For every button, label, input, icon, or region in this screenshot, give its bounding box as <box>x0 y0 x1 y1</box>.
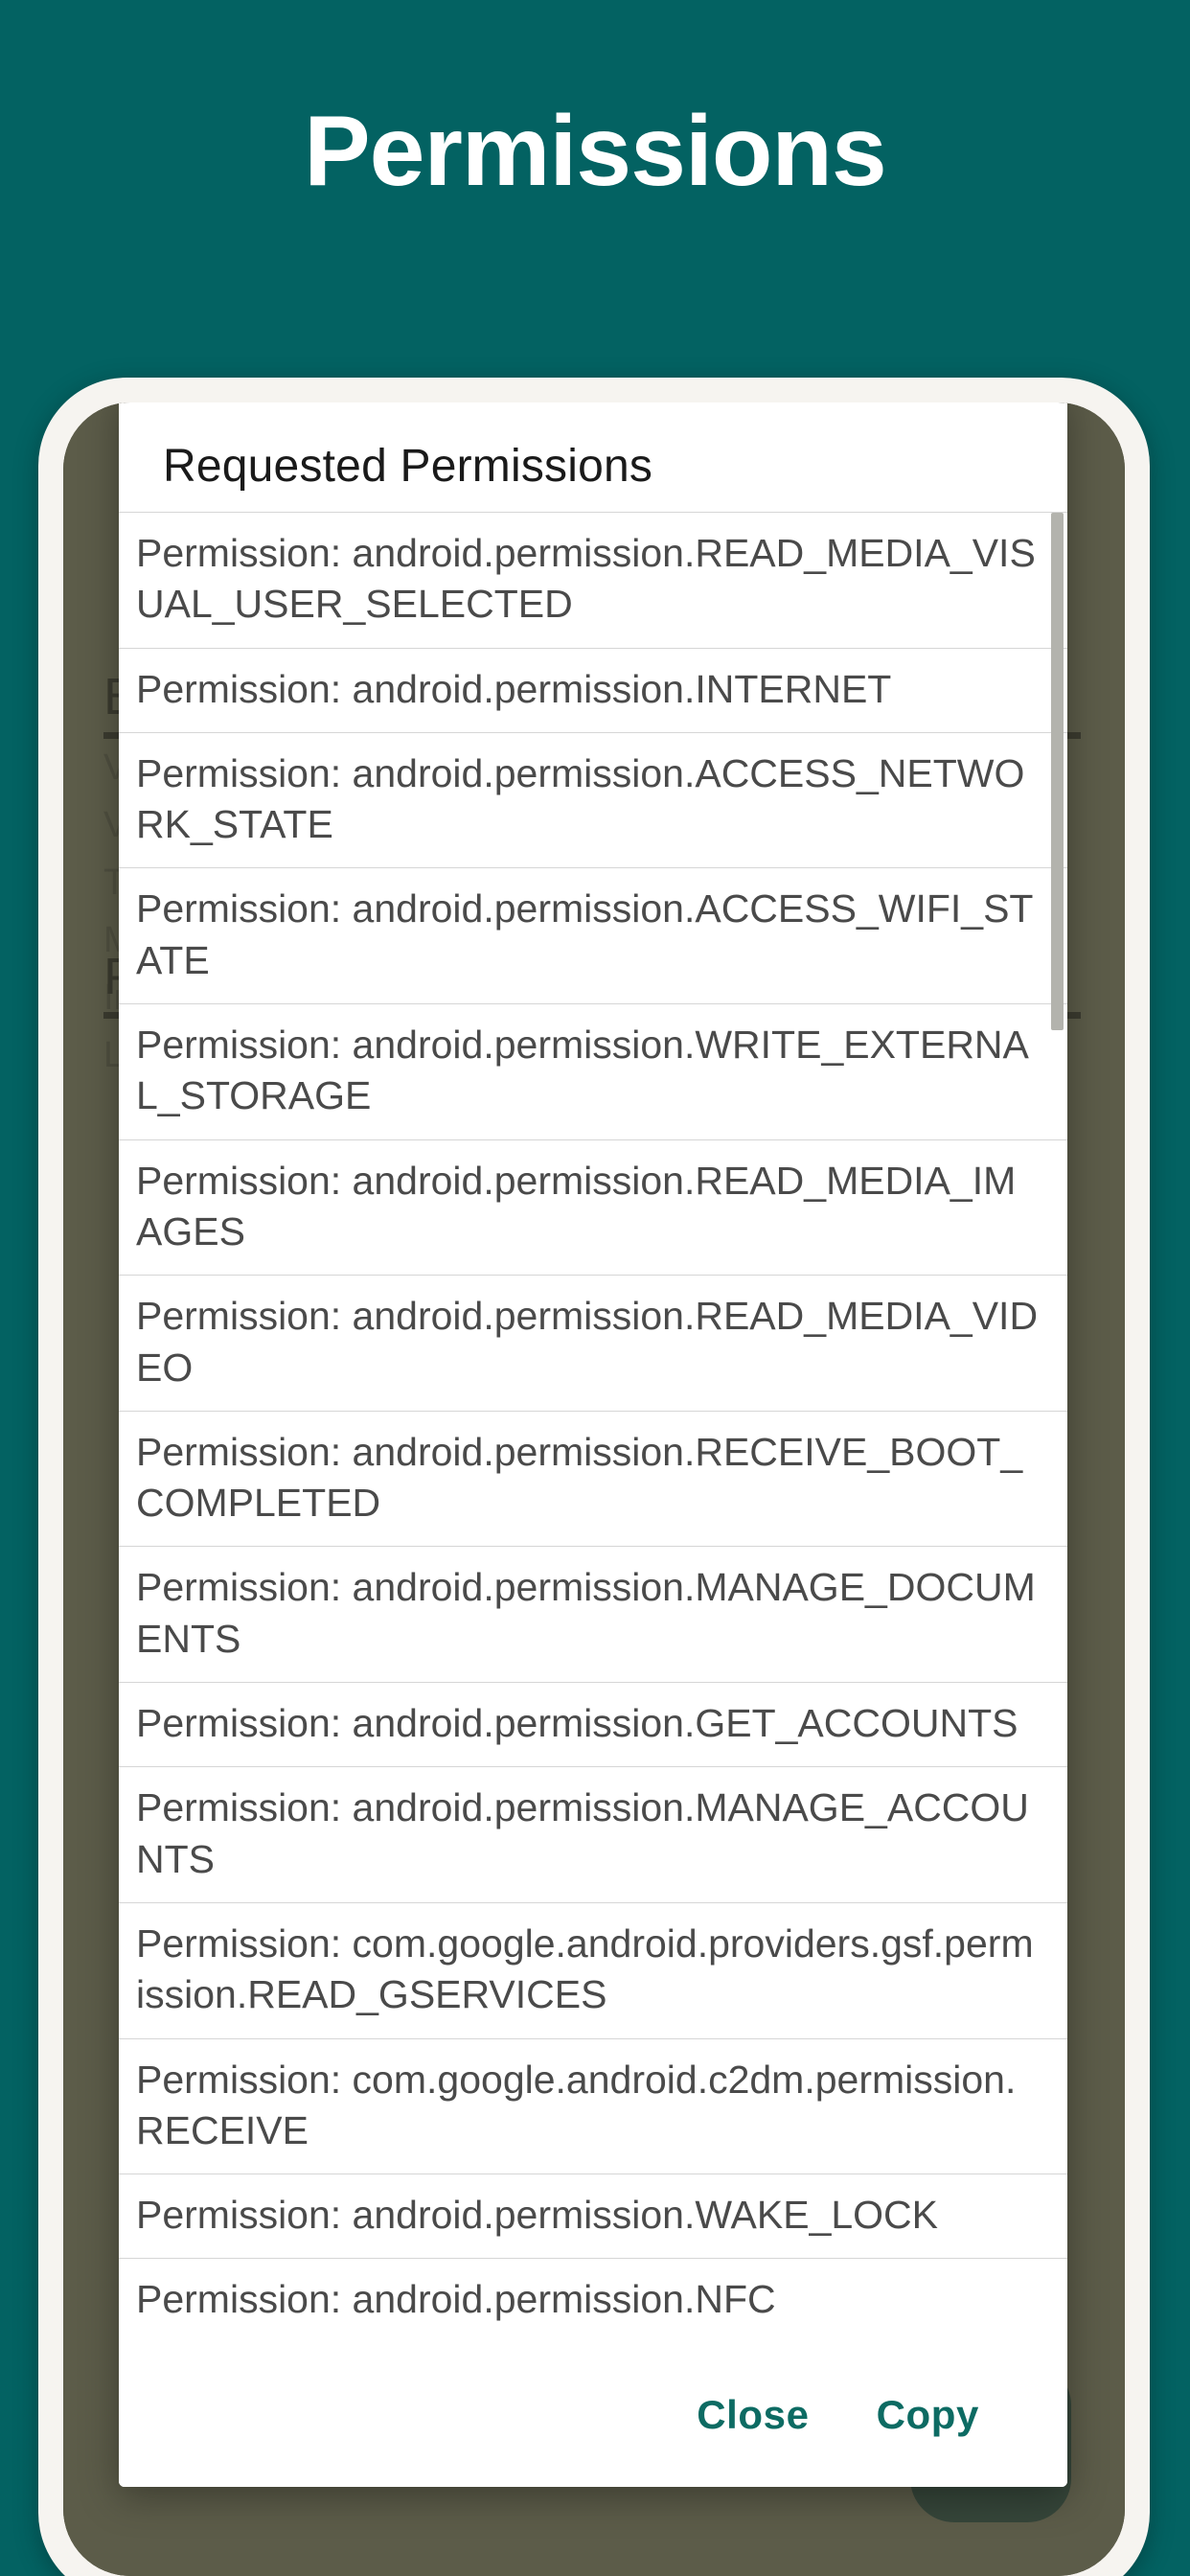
page-title: Permissions <box>304 96 887 207</box>
permission-row: Permission: android.permission.INTERNET <box>119 649 1067 733</box>
permission-row: Permission: com.google.android.providers… <box>119 1903 1067 2039</box>
permission-row: Permission: android.permission.MANAGE_AC… <box>119 1767 1067 1903</box>
permission-row: Permission: android.permission.READ_MEDI… <box>119 1140 1067 1276</box>
permission-row: Permission: android.permission.READ_MEDI… <box>119 513 1067 649</box>
permission-list[interactable]: Permission: android.permission.READ_MEDI… <box>119 512 1067 2343</box>
requested-permissions-dialog: Requested Permissions Permission: androi… <box>119 402 1067 2487</box>
copy-button[interactable]: Copy <box>877 2392 979 2438</box>
permission-row: Permission: android.permission.WAKE_LOCK <box>119 2174 1067 2260</box>
permission-row: Permission: android.permission.WRITE_EXT… <box>119 1004 1067 1140</box>
permission-row: Permission: android.permission.ACCESS_NE… <box>119 733 1067 869</box>
permission-row: Permission: android.permission.NFC <box>119 2259 1067 2343</box>
list-scrollbar[interactable] <box>1051 513 1064 1030</box>
phone-screen-bezel: B Ve Ve Ta M In La P Requested Permissio… <box>63 402 1125 2576</box>
permission-row: Permission: android.permission.ACCESS_WI… <box>119 868 1067 1005</box>
permission-row: Permission: android.permission.GET_ACCOU… <box>119 1683 1067 1768</box>
close-button[interactable]: Close <box>697 2392 809 2438</box>
dialog-title: Requested Permissions <box>163 441 653 492</box>
permission-row: Permission: android.permission.RECEIVE_B… <box>119 1412 1067 1548</box>
permission-row: Permission: android.permission.READ_MEDI… <box>119 1276 1067 1412</box>
permission-row: Permission: com.google.android.c2dm.perm… <box>119 2039 1067 2175</box>
permission-row: Permission: android.permission.MANAGE_DO… <box>119 1547 1067 1684</box>
dialog-action-bar: Close Copy <box>119 2343 1067 2487</box>
phone-mockup-frame: B Ve Ve Ta M In La P Requested Permissio… <box>38 378 1150 2576</box>
